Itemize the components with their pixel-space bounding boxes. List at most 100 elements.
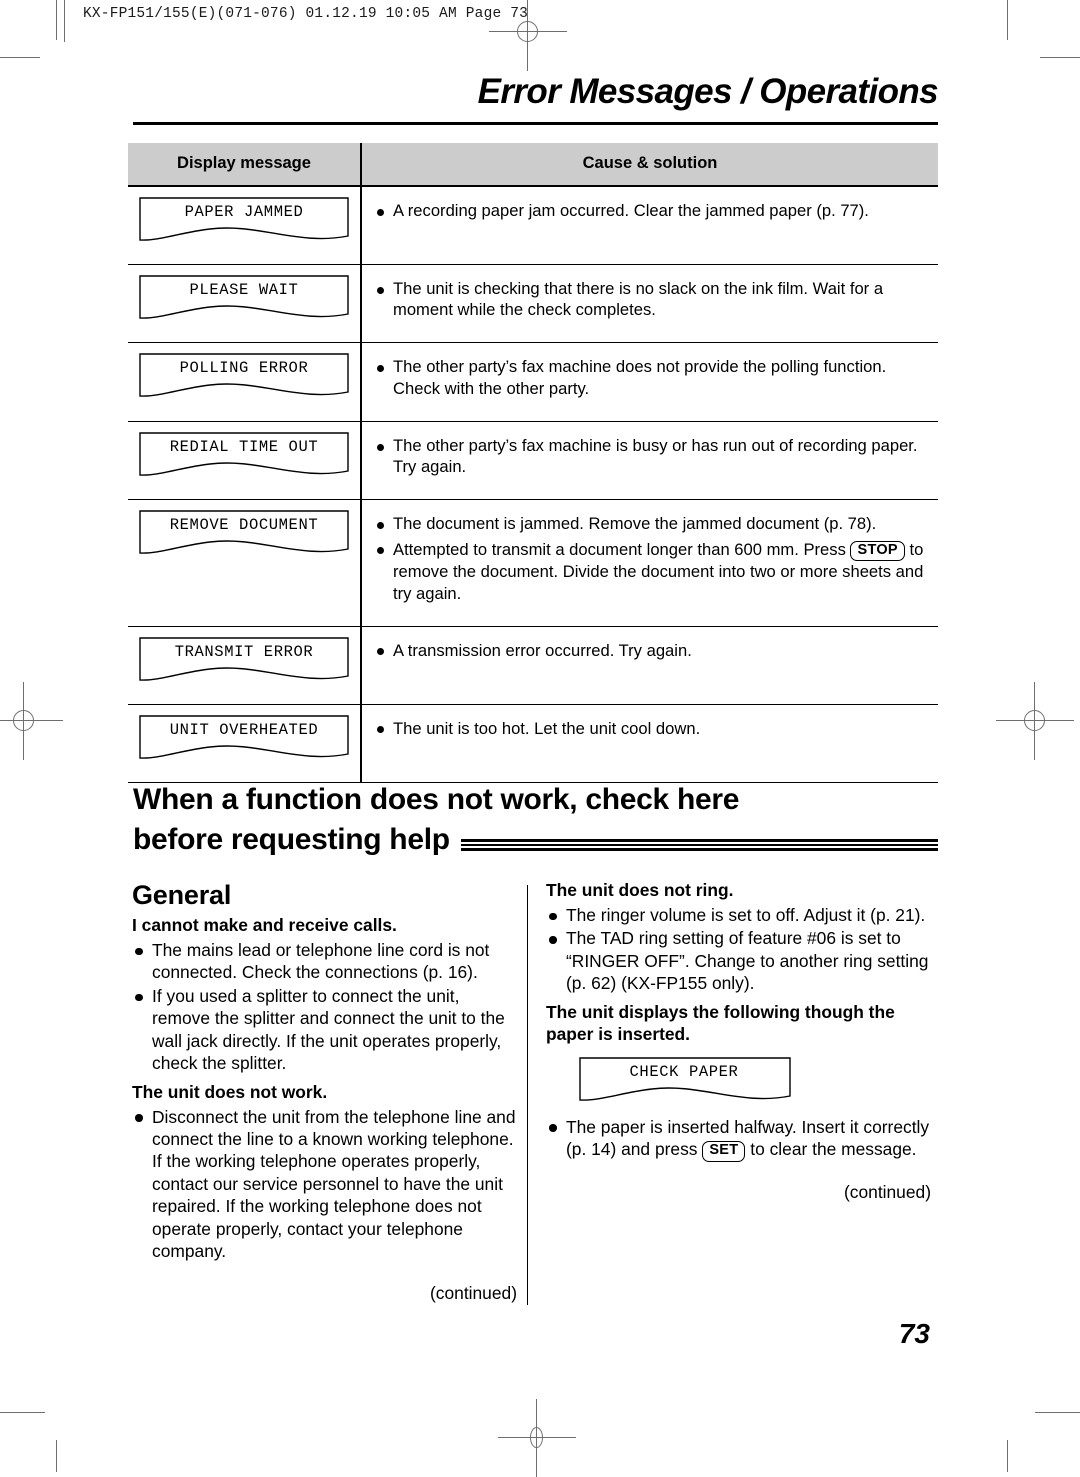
bullet-item: A recording paper jam occurred. Clear th…: [376, 200, 932, 221]
table-row: UNIT OVERHEATED The unit is too hot. Let…: [128, 704, 938, 783]
bullet-dot-icon: [135, 1114, 143, 1122]
lcd-display-box: UNIT OVERHEATED: [138, 714, 350, 760]
bullet-dot-icon: [135, 993, 143, 1002]
bullet-item: A transmission error occurred. Try again…: [376, 640, 932, 661]
lcd-display-box: REDIAL TIME OUT: [138, 431, 350, 477]
lcd-display-text: TRANSMIT ERROR: [174, 642, 314, 661]
crop-mark-bottom-right-vertical: [1007, 1440, 1008, 1472]
bullet-dot-icon: [377, 648, 384, 656]
bullet-text: The document is jammed. Remove the jamme…: [393, 514, 877, 534]
bullet-dot-icon: [377, 208, 384, 216]
answer-item: Disconnect the unit from the telephone l…: [132, 1106, 517, 1263]
bullet-dot-icon: [377, 726, 384, 734]
bullet-text: A recording paper jam occurred. Clear th…: [393, 201, 869, 220]
set-key-button[interactable]: SET: [702, 1141, 746, 1162]
lcd-display-text: CHECK PAPER: [629, 1062, 739, 1081]
lcd-display-box: TRANSMIT ERROR: [138, 636, 350, 682]
bullet-text: The unit is too hot. Let the unit cool d…: [393, 718, 701, 738]
bullet-dot-icon: [377, 365, 384, 373]
bullet-item: The document is jammed. Remove the jamme…: [376, 513, 932, 534]
answer-item: The mains lead or telephone line cord is…: [132, 939, 517, 984]
cause-solution-cell: The other party’s fax machine is busy or…: [361, 421, 938, 501]
crop-mark-top-right-horizontal: [1040, 57, 1080, 58]
table-row: POLLING ERROR The other party’s fax mach…: [128, 342, 938, 422]
table-row: TRANSMIT ERROR A transmission error occu…: [128, 626, 938, 705]
crop-mark-top-left-horizontal: [0, 57, 40, 58]
bullet-dot-icon: [377, 443, 384, 451]
question-heading: The unit does not ring.: [546, 880, 734, 900]
answer-text: Disconnect the unit from the telephone l…: [152, 1106, 516, 1262]
table-row: REMOVE DOCUMENT The document is jammed. …: [128, 499, 938, 627]
title-rule: [133, 122, 938, 125]
crop-mark-top-left-vertical: [56, 0, 57, 40]
section-heading-rules: [460, 839, 938, 852]
lcd-display-box: PLEASE WAIT: [138, 274, 350, 320]
registration-mark-right: [996, 682, 1074, 760]
lcd-display-box: REMOVE DOCUMENT: [138, 509, 350, 555]
bullet-dot-icon: [549, 912, 557, 921]
bullet-dot-icon: [549, 936, 557, 944]
lcd-display-text: REDIAL TIME OUT: [169, 437, 319, 456]
bullet-text: The other party’s fax machine does not p…: [393, 357, 887, 398]
stop-key-button[interactable]: STOP: [850, 540, 905, 562]
answer-item: The paper is inserted halfway. Insert it…: [546, 1116, 931, 1162]
display-message-cell: POLLING ERROR: [128, 342, 362, 422]
column-header-display-message: Display message: [128, 143, 362, 187]
display-message-cell: REMOVE DOCUMENT: [128, 499, 362, 627]
bullet-item: Attempted to transmit a document longer …: [376, 539, 932, 604]
lcd-display-text: UNIT OVERHEATED: [169, 720, 319, 739]
answer-text: The ringer volume is set to off. Adjust …: [566, 904, 926, 925]
cause-solution-cell: The unit is checking that there is no sl…: [361, 264, 938, 344]
question-heading: The unit does not work.: [132, 1081, 328, 1102]
bullet-text: A transmission error occurred. Try again…: [393, 640, 692, 660]
page-title: Error Messages / Operations: [477, 72, 939, 111]
display-message-cell: PAPER JAMMED: [128, 186, 362, 265]
section-heading: When a function does not work, check her…: [133, 780, 938, 859]
crop-mark-bottom-left-horizontal: [0, 1412, 45, 1413]
section-heading-line-2: before requesting help: [133, 822, 450, 856]
bullet-dot-icon: [377, 522, 384, 530]
bullet-dot-icon: [377, 547, 384, 555]
question-heading: I cannot make and receive calls.: [132, 915, 397, 935]
cause-solution-cell: A recording paper jam occurred. Clear th…: [361, 186, 938, 265]
display-message-cell: UNIT OVERHEATED: [128, 704, 362, 783]
cause-solution-cell: The document is jammed. Remove the jamme…: [361, 499, 938, 627]
crop-mark-top-right-vertical: [1007, 0, 1008, 40]
page-number: 73: [898, 1318, 930, 1349]
answer-item: The ringer volume is set to off. Adjust …: [546, 904, 931, 926]
display-message-cell: TRANSMIT ERROR: [128, 626, 362, 705]
page-content: Error Messages / Operations Display mess…: [128, 0, 939, 1472]
right-column: The unit does not ring. The ringer volum…: [546, 880, 931, 1220]
bullet-dot-icon: [549, 1124, 557, 1132]
crop-mark-bottom-right-horizontal: [1035, 1412, 1080, 1413]
answer-text-after: to clear the message.: [745, 1139, 917, 1160]
error-message-table: Display message Cause & solution PAPER J…: [128, 143, 938, 783]
table-row: REDIAL TIME OUT The other party’s fax ma…: [128, 421, 938, 501]
cause-solution-cell: The other party’s fax machine does not p…: [361, 342, 938, 422]
registration-mark-left: [0, 682, 63, 760]
bullet-item: The other party’s fax machine does not p…: [376, 356, 932, 398]
slug-divider: [64, 0, 65, 42]
lcd-display-text: PLEASE WAIT: [189, 281, 299, 299]
continued-note: (continued): [843, 1181, 931, 1202]
bullet-item: The unit is checking that there is no sl…: [376, 278, 932, 320]
cause-solution-cell: A transmission error occurred. Try again…: [361, 626, 938, 705]
lcd-display-box: PAPER JAMMED: [138, 196, 350, 242]
table-row: PLEASE WAIT The unit is checking that th…: [128, 264, 938, 344]
answer-item: The TAD ring setting of feature #06 is s…: [546, 927, 931, 994]
bullet-dot-icon: [377, 286, 384, 294]
continued-note: (continued): [429, 1282, 517, 1303]
bullet-item: The other party’s fax machine is busy or…: [376, 435, 932, 477]
bullet-text: The unit is checking that there is no sl…: [393, 279, 884, 320]
crop-mark-bottom-left-vertical: [56, 1440, 57, 1472]
section-heading-line-1: When a function does not work, check her…: [133, 783, 740, 816]
bullet-dot-icon: [135, 947, 143, 956]
bullet-item: The unit is too hot. Let the unit cool d…: [376, 718, 932, 739]
lcd-display-wrapper: CHECK PAPER: [568, 1056, 931, 1102]
answer-text: If you used a splitter to connect the un…: [152, 985, 505, 1074]
lcd-display-text: REMOVE DOCUMENT: [169, 516, 319, 535]
table-header-row: Display message Cause & solution: [128, 143, 938, 187]
display-message-cell: PLEASE WAIT: [128, 264, 362, 344]
lcd-display-box: POLLING ERROR: [138, 352, 350, 398]
column-header-cause-solution: Cause & solution: [361, 143, 938, 187]
